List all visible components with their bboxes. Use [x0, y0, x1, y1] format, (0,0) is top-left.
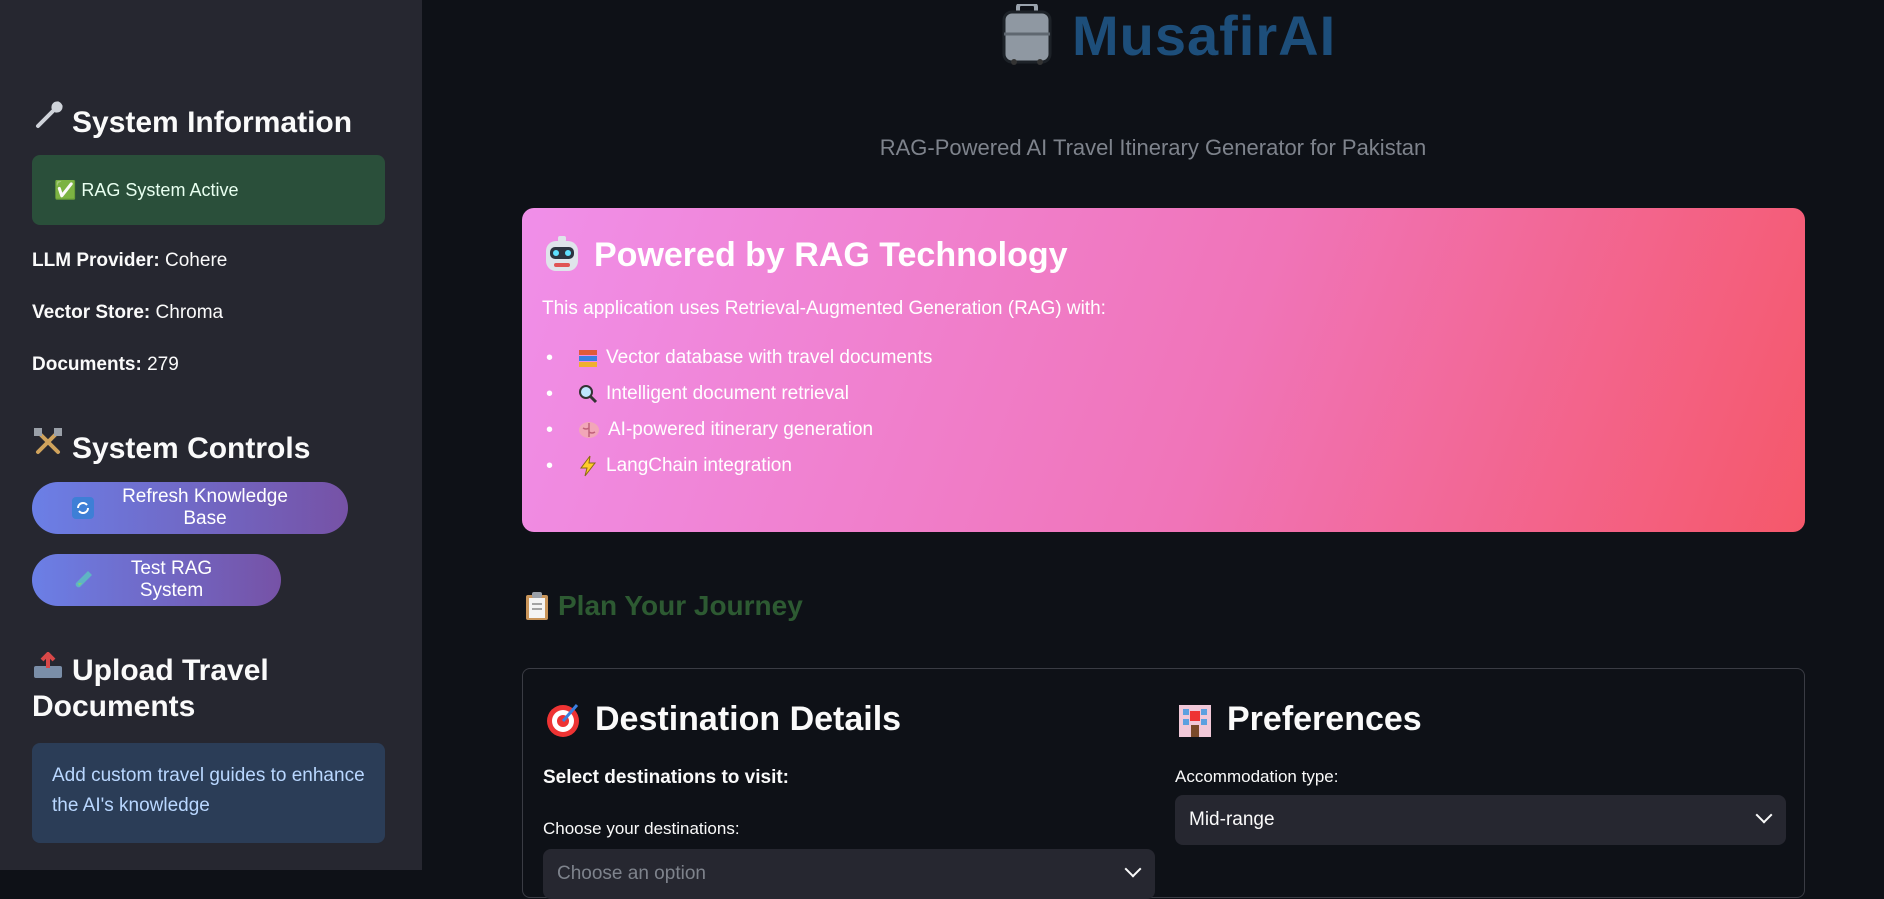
plan-journey-heading: Plan Your Journey: [524, 590, 803, 622]
journey-form: Destination Details Select destinations …: [522, 668, 1805, 899]
tools-icon: [32, 426, 64, 458]
rag-intro: This application uses Retrieval-Augmente…: [542, 298, 1106, 319]
destinations-placeholder: Choose an option: [557, 863, 706, 884]
outbox-tray-icon: [32, 652, 64, 680]
books-icon: [578, 348, 598, 368]
accommodation-value: Mid-range: [1189, 809, 1275, 830]
list-item: • Vector database with travel documents: [546, 346, 933, 369]
list-item: • AI-powered itinerary generation: [546, 418, 874, 441]
vector-store-row: Vector Store: Chroma: [32, 302, 224, 323]
wrench-icon: [32, 100, 64, 132]
rag-status-badge: ✅ RAG System Active: [32, 155, 385, 225]
app-title: MusafirAI: [1000, 0, 1336, 70]
rag-info-banner: Powered by RAG Technology This applicati…: [522, 208, 1805, 532]
chevron-down-icon: [1124, 860, 1142, 878]
accommodation-select[interactable]: Mid-range: [1175, 795, 1786, 845]
luggage-icon: [1000, 4, 1054, 66]
rag-feature-list: • Vector database with travel documents …: [542, 340, 1785, 484]
chevron-down-icon: [1755, 806, 1773, 824]
target-icon: [543, 699, 583, 739]
hotel-icon: [1175, 699, 1215, 739]
llm-provider-row: LLM Provider: Cohere: [32, 250, 228, 271]
magnifier-icon: [578, 384, 598, 404]
list-item: • Intelligent document retrieval: [546, 382, 849, 405]
refresh-icon: [72, 497, 94, 519]
brain-icon: [578, 420, 600, 440]
accommodation-label: Accommodation type:: [1175, 767, 1339, 786]
documents-row: Documents: 279: [32, 354, 179, 375]
select-destinations-label: Select destinations to visit:: [543, 767, 789, 788]
destination-heading: Destination Details: [543, 699, 901, 739]
choose-destinations-label: Choose your destinations:: [543, 819, 740, 838]
rag-heading: Powered by RAG Technology: [542, 230, 1785, 280]
lightning-icon: [578, 455, 598, 477]
upload-documents-heading: Upload Travel Documents: [32, 652, 269, 723]
app-subtitle: RAG-Powered AI Travel Itinerary Generato…: [879, 135, 1427, 160]
clipboard-icon: [524, 591, 550, 621]
list-item: • LangChain integration: [546, 454, 792, 477]
system-controls-heading: System Controls: [32, 426, 310, 467]
upload-info-box: Add custom travel guides to enhance the …: [32, 743, 385, 843]
test-tube-icon: [72, 569, 94, 591]
destinations-multiselect[interactable]: Choose an option: [543, 849, 1155, 899]
status-label: ✅ RAG System Active: [54, 179, 239, 200]
refresh-knowledge-base-button[interactable]: Refresh Knowledge Base: [32, 482, 348, 534]
test-rag-system-button[interactable]: Test RAG System: [32, 554, 281, 606]
preferences-heading: Preferences: [1175, 699, 1422, 739]
sidebar: System Information ✅ RAG System Active L…: [0, 0, 422, 870]
robot-icon: [542, 235, 582, 275]
